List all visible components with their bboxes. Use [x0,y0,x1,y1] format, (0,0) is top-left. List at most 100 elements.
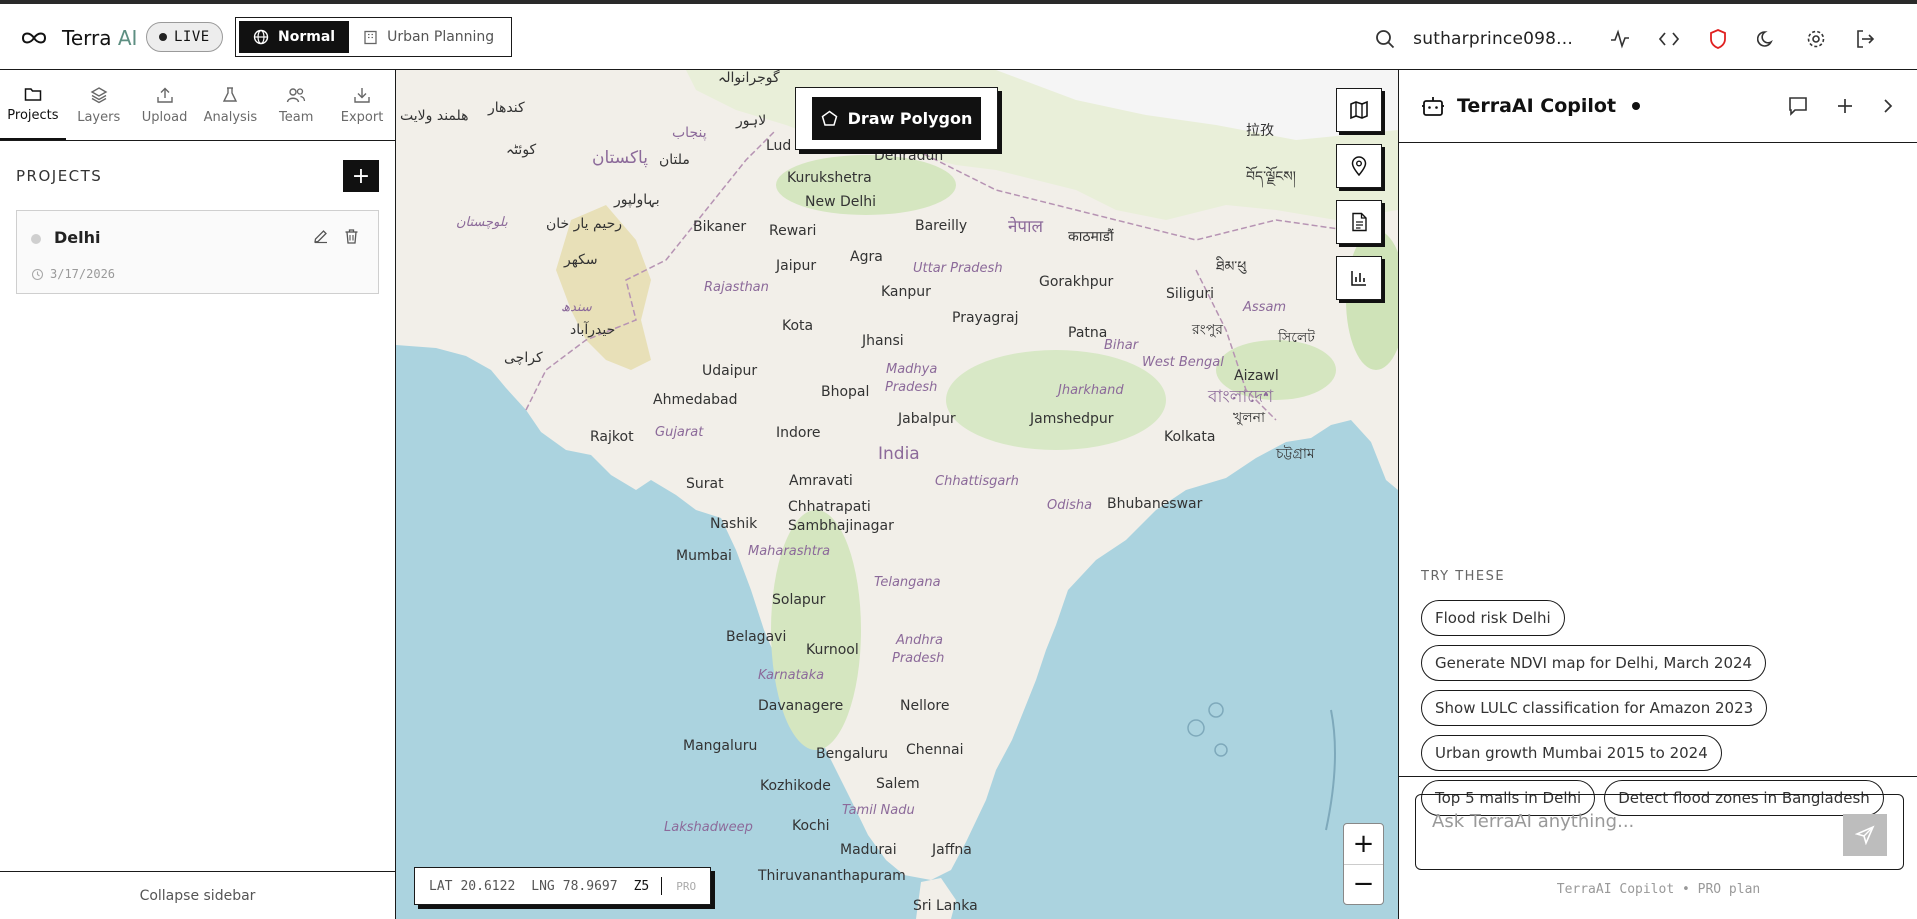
projects-header: PROJECTS + [16,160,379,192]
map-style-button[interactable] [1336,88,1382,132]
tab-analysis-label: Analysis [203,109,258,125]
tab-layers[interactable]: Layers [66,70,132,140]
foreign-label: حیدرآباد [570,322,616,338]
suggestion-chip[interactable]: Generate NDVI map for Delhi, March 2024 [1421,645,1767,681]
project-status-dot-icon [31,234,41,244]
state-label: Pradesh [885,380,938,395]
username[interactable]: sutharprince098... [1413,29,1573,49]
city-label: Rewari [769,223,817,239]
suggestion-chip[interactable]: Flood risk Delhi [1421,600,1565,636]
copilot-actions [1787,95,1895,117]
search-icon[interactable] [1360,24,1409,54]
city-label: Chennai [906,742,964,758]
layers-icon [90,86,108,103]
send-button[interactable] [1843,814,1887,856]
zoom-out-button[interactable]: − [1344,863,1383,905]
tab-analysis[interactable]: Analysis [197,70,263,140]
logout-icon[interactable] [1840,24,1889,54]
mode-urban-planning[interactable]: Urban Planning [349,21,508,53]
foreign-label: پنجاب [672,125,707,141]
lng-value: 78.9697 [562,878,618,894]
city-label: Agra [850,249,883,265]
city-label: Madurai [840,842,897,858]
city-label: Bareilly [915,218,968,234]
state-label: Gujarat [655,425,704,440]
chat-icon[interactable] [1787,95,1809,117]
status-dot-icon [1632,102,1641,110]
chevron-right-icon[interactable] [1881,96,1895,116]
zoom-in-button[interactable]: + [1344,824,1383,864]
city-label: New Delhi [805,194,877,210]
foreign-label: کندھار [488,100,525,116]
country-label-india: India [878,444,920,464]
projects-title: PROJECTS [16,167,103,185]
city-label: Surat [686,476,724,492]
state-label: Andhra [896,633,943,648]
chart-button[interactable] [1336,256,1382,300]
tab-export[interactable]: Export [329,70,395,140]
draw-polygon-button[interactable]: Draw Polygon [812,97,981,140]
sidebar-tabs: Projects Layers Upload Analysis Team Exp… [0,70,395,141]
plus-icon[interactable] [1835,96,1855,116]
users-icon [287,87,306,102]
tab-team[interactable]: Team [263,70,329,140]
suggestion-chip[interactable]: Urban growth Mumbai 2015 to 2024 [1421,735,1722,771]
foreign-label: لاہور [736,113,767,129]
state-label: Chhattisgarh [935,474,1019,489]
chat-input[interactable] [1432,811,1832,832]
infinity-logo-icon [21,32,47,44]
tab-upload[interactable]: Upload [132,70,198,140]
foreign-label: བོད་ལྗོངས། [1246,169,1296,185]
lat-label: LAT [429,878,453,894]
city-label: Jaffna [932,842,972,858]
state-label: Karnataka [758,668,825,683]
collapse-sidebar-button[interactable]: Collapse sidebar [0,871,395,919]
moon-icon[interactable] [1742,24,1791,54]
location-button[interactable] [1336,144,1382,188]
copilot-panel: TerraAI Copilot TRY THESE Flood risk Del… [1398,70,1917,919]
gear-icon[interactable] [1791,24,1840,54]
city-label: Bhubaneswar [1107,496,1203,512]
city-label: Bengaluru [816,746,888,762]
state-label: Uttar Pradesh [913,261,1003,276]
left-sidebar: Projects Layers Upload Analysis Team Exp… [0,70,396,919]
clock-icon [31,268,44,280]
foreign-label: খুলনা [1233,410,1266,426]
code-icon[interactable] [1644,24,1693,54]
state-label: Odisha [1047,498,1093,513]
city-label: Mangaluru [683,738,758,754]
city-label: Kota [782,318,814,334]
shield-icon[interactable] [1693,24,1742,54]
city-label: Lud [766,138,792,154]
chat-input-area: TerraAI Copilot • PRO plan [1399,776,1917,919]
activity-icon[interactable] [1595,24,1644,54]
city-label: Siliguri [1166,286,1214,302]
state-label: Lakshadweep [664,820,753,835]
city-label: Prayagraj [952,310,1019,326]
mode-normal[interactable]: Normal [239,21,350,53]
bot-icon [1422,97,1444,116]
project-actions [312,228,360,245]
project-card[interactable]: Delhi 3/17/2026 [16,210,379,294]
city-label: Kurukshetra [787,170,872,186]
tab-upload-label: Upload [141,109,188,125]
report-button[interactable] [1336,200,1382,244]
trash-icon[interactable] [343,228,360,245]
edit-icon[interactable] [312,228,329,245]
map-canvas[interactable]: India Dehradun Kurukshetra New Delhi Bar… [396,70,1398,919]
add-project-button[interactable]: + [343,160,379,192]
foreign-label: সিলেট [1278,330,1315,346]
city-label: Gorakhpur [1039,274,1114,290]
project-name: Delhi [54,228,101,247]
city-label: Kochi [792,818,830,834]
tab-layers-label: Layers [77,109,121,125]
tab-projects[interactable]: Projects [0,70,66,140]
plan-badge: PRO [676,879,697,893]
copilot-title: TerraAI Copilot [1457,95,1617,117]
suggestion-chip[interactable]: Show LULC classification for Amazon 2023 [1421,690,1768,726]
state-label: Rajasthan [704,280,769,295]
foreign-label: ملتان [659,152,690,168]
city-label: Jaipur [776,258,817,274]
logo[interactable]: Terra AI [20,26,137,50]
city-label: Belagavi [726,629,787,645]
